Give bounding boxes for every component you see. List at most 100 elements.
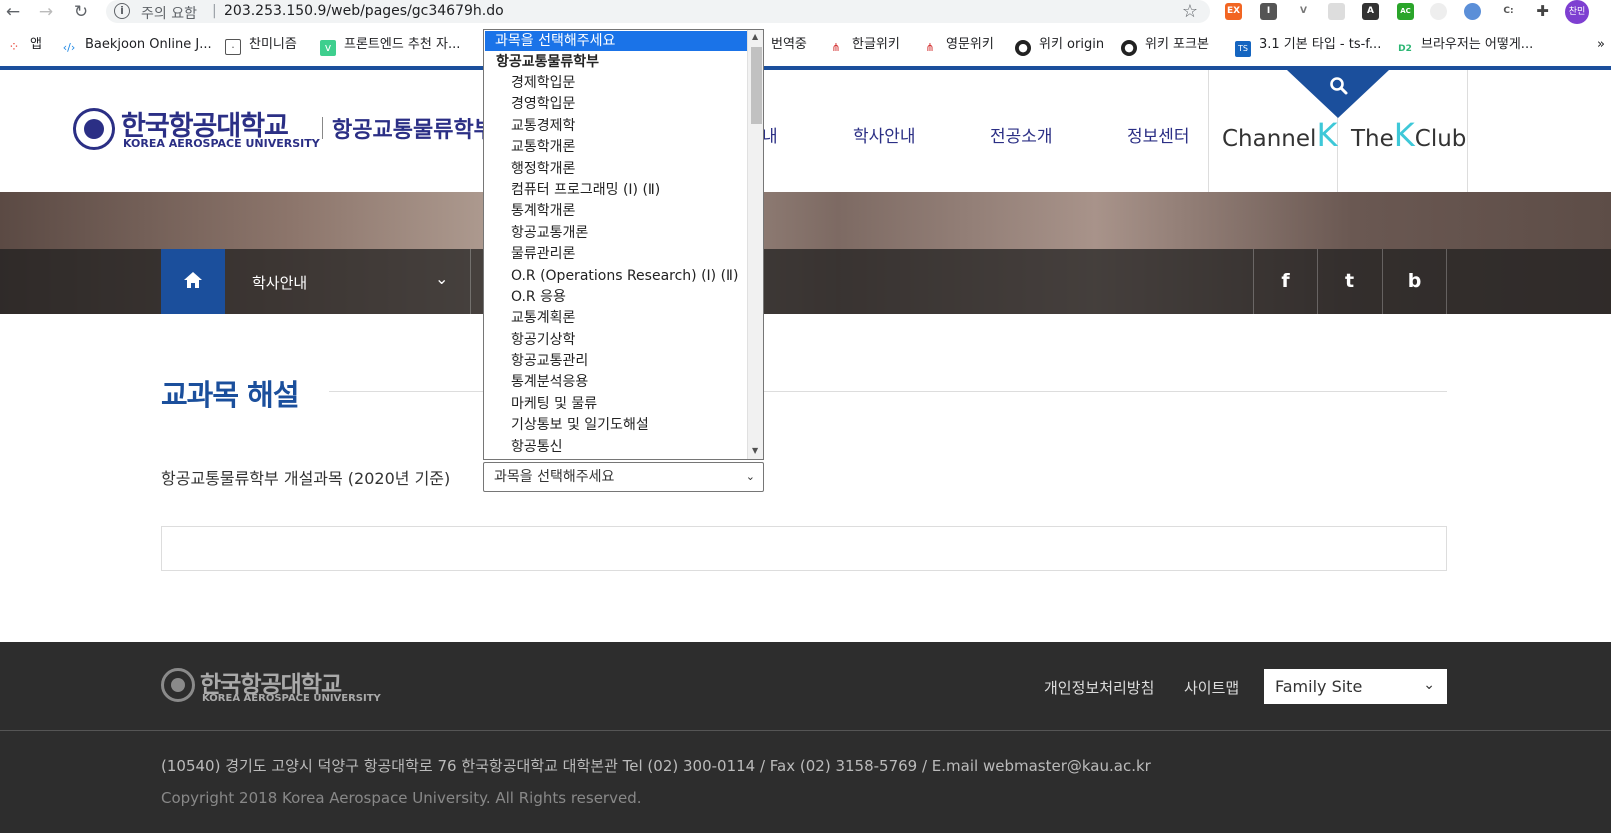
bookmark-ts[interactable]: TS 3.1 기본 타입 - ts-f...: [1235, 36, 1381, 57]
scroll-down-arrow-icon[interactable]: ▼: [752, 446, 758, 455]
dropdown-option[interactable]: 항공통신: [511, 437, 751, 458]
chevron-down-icon: ⌄: [435, 269, 449, 288]
profile-avatar[interactable]: 찬민: [1565, 0, 1589, 24]
scrollbar-thumb[interactable]: [751, 47, 762, 124]
bookmark-chanminism[interactable]: · 찬미니즘: [225, 36, 297, 55]
course-dropdown-list[interactable]: 과목을 선택해주세요 항공교통물류학부 경제학입문 경영학입문 교통경제학 교통…: [483, 29, 764, 460]
bookmark-korean-wiki[interactable]: ⋔ 한글위키: [828, 36, 899, 54]
privacy-policy-link[interactable]: 개인정보처리방침: [1044, 677, 1154, 698]
bookmark-star-icon[interactable]: ☆: [1182, 1, 1198, 22]
dropdown-option[interactable]: 컴퓨터 프로그래밍 (Ⅰ) (Ⅱ): [511, 180, 751, 201]
bookmarks-overflow-icon[interactable]: »: [1597, 36, 1605, 54]
wiki-tree-icon: ⋔: [831, 41, 841, 54]
twitter-icon[interactable]: t: [1317, 249, 1381, 314]
sitemap-link[interactable]: 사이트맵: [1184, 677, 1239, 698]
course-select-label: 항공교통물류학부 개설과목 (2020년 기준): [161, 469, 451, 488]
wiki-tree-icon: ⋔: [925, 41, 935, 54]
d2-icon: D2: [1398, 44, 1412, 54]
extension-globe-icon[interactable]: [1464, 3, 1481, 20]
dropdown-option[interactable]: 경제학입문: [511, 73, 751, 94]
url-text[interactable]: 203.253.150.9/web/pages/gc34679h.do: [224, 3, 504, 19]
extension-ex-icon[interactable]: EX: [1225, 3, 1242, 20]
bookmark-apps[interactable]: ⁘ 앱: [6, 36, 42, 55]
extensions-puzzle-icon[interactable]: ✚: [1534, 3, 1551, 20]
scroll-up-arrow-icon[interactable]: ▲: [752, 32, 758, 41]
dropdown-optgroup: 항공교통물류학부: [496, 54, 600, 70]
blog-icon[interactable]: b: [1382, 249, 1446, 314]
dropdown-option[interactable]: 물류관리론: [511, 244, 751, 265]
footer-copyright: Copyright 2018 Korea Aerospace Universit…: [161, 789, 642, 807]
family-site-label: Family Site: [1275, 677, 1363, 696]
dropdown-option[interactable]: 항공교통개론: [511, 223, 751, 244]
bookmark-wiki-fork[interactable]: ● 위키 포크본: [1121, 36, 1209, 56]
nav-item-info-center[interactable]: 정보센터: [1127, 122, 1190, 147]
bookmark-browser[interactable]: D2 브라우저는 어떻게...: [1397, 36, 1533, 54]
home-icon: [184, 272, 202, 288]
course-description-box: [161, 526, 1447, 571]
address-bar[interactable]: i 주의 요함 | 203.253.150.9/web/pages/gc3467…: [106, 0, 1210, 23]
dropdown-option[interactable]: 교통학개론: [511, 137, 751, 158]
dropdown-option[interactable]: 경영학입문: [511, 94, 751, 115]
footer-divider: [0, 730, 1611, 731]
github-icon: ●: [1121, 40, 1137, 56]
ts-icon: TS: [1235, 41, 1251, 57]
info-icon[interactable]: i: [114, 3, 130, 19]
extension-i-icon[interactable]: I: [1260, 3, 1277, 20]
dropdown-option-highlighted[interactable]: 과목을 선택해주세요: [485, 31, 747, 51]
breadcrumb-label: 학사안내: [252, 274, 308, 292]
bookmark-frontend[interactable]: v 프론트엔드 추천 자...: [320, 36, 460, 56]
footer-emblem-icon: [161, 668, 195, 702]
extension-face-icon[interactable]: [1430, 3, 1447, 20]
browser-chrome: ← → ↻ i 주의 요함 | 203.253.150.9/web/pages/…: [0, 0, 1611, 68]
dropdown-scrollbar[interactable]: ▲ ▼: [747, 30, 763, 459]
home-button[interactable]: [161, 249, 225, 314]
bookmark-english-wiki[interactable]: ⋔ 영문위키: [922, 36, 993, 54]
v-badge-icon: v: [320, 40, 336, 56]
dropdown-option[interactable]: 항공교통관리: [511, 351, 751, 372]
university-emblem-icon[interactable]: [73, 108, 115, 150]
nav-item-partial[interactable]: 내: [762, 122, 778, 147]
bookmarks-bar: ⁘ 앱 ‹/› Baekjoon Online J... · 찬미니즘 v 프론트엔드 …: [0, 34, 1611, 57]
bookmark-baekjoon[interactable]: ‹/› Baekjoon Online J...: [61, 36, 212, 54]
code-bracket-icon: ‹/›: [62, 41, 76, 54]
extension-a-icon[interactable]: A: [1362, 3, 1379, 20]
nav-item-majors[interactable]: 전공소개: [990, 122, 1053, 147]
header-divider: [1467, 70, 1468, 192]
page-title: 교과목 해설: [161, 378, 299, 412]
bookmark-translating[interactable]: 번역중: [771, 36, 807, 54]
dropdown-option[interactable]: O.R (Operations Research) (Ⅰ) (Ⅱ): [511, 266, 751, 287]
extension-v-icon[interactable]: V: [1295, 3, 1312, 20]
bookmark-wiki-origin[interactable]: ● 위키 origin: [1015, 36, 1104, 56]
sns-divider: [1446, 249, 1447, 314]
back-arrow-icon[interactable]: ←: [3, 2, 23, 22]
channel-k-link[interactable]: ChannelK: [1222, 116, 1337, 154]
face-icon: ·: [225, 39, 241, 55]
dropdown-option[interactable]: 행정학개론: [511, 159, 751, 180]
forward-arrow-icon[interactable]: →: [36, 2, 56, 22]
dropdown-option[interactable]: 교통경제학: [511, 116, 751, 137]
extension-blank-icon[interactable]: [1328, 3, 1345, 20]
logo-english[interactable]: KOREA AEROSPACE UNIVERSITY: [123, 137, 320, 150]
dropdown-option[interactable]: 통계학개론: [511, 201, 751, 222]
dropdown-option[interactable]: 항공기상학: [511, 330, 751, 351]
dropdown-option[interactable]: O.R 응용: [511, 287, 751, 308]
nav-item-academic[interactable]: 학사안내: [853, 122, 916, 147]
course-select[interactable]: 과목을 선택해주세요 ⌄: [483, 462, 764, 492]
dropdown-option[interactable]: 교통계획론: [511, 308, 751, 329]
facebook-icon[interactable]: f: [1253, 249, 1317, 314]
extension-ac-icon[interactable]: AC: [1397, 3, 1414, 20]
dropdown-option[interactable]: 기상통보 및 일기도해설: [511, 415, 751, 436]
dropdown-option[interactable]: 통계분석응용: [511, 372, 751, 393]
footer-logo-english: KOREA AEROSPACE UNIVERSITY: [202, 693, 381, 704]
github-icon: ●: [1015, 40, 1031, 56]
department-title[interactable]: 항공교통물류학부: [332, 112, 494, 144]
family-site-select[interactable]: Family Site ⌄: [1264, 669, 1447, 704]
reload-icon[interactable]: ↻: [71, 2, 91, 22]
browser-toolbar: ← → ↻ i 주의 요함 | 203.253.150.9/web/pages/…: [0, 0, 1611, 24]
breadcrumb-dropdown[interactable]: 학사안내 ⌄: [225, 249, 471, 314]
extension-c-icon[interactable]: C:: [1500, 3, 1517, 20]
dropdown-options: 경제학입문 경영학입문 교통경제학 교통학개론 행정학개론 컴퓨터 프로그래밍 …: [511, 73, 751, 458]
search-icon[interactable]: [1328, 76, 1350, 98]
dropdown-option[interactable]: 마케팅 및 물류: [511, 394, 751, 415]
the-k-club-link[interactable]: TheKClub: [1351, 116, 1466, 154]
